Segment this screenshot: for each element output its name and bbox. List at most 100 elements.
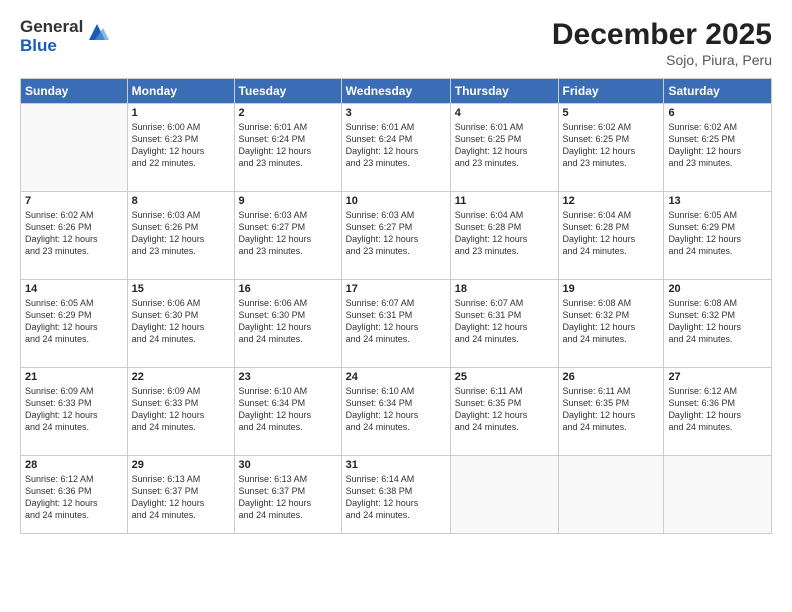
day-info: Sunrise: 6:01 AMSunset: 6:25 PMDaylight:… (455, 121, 554, 170)
calendar-cell: 5Sunrise: 6:02 AMSunset: 6:25 PMDaylight… (558, 104, 664, 192)
day-info: Sunrise: 6:10 AMSunset: 6:34 PMDaylight:… (239, 385, 337, 434)
day-number: 11 (455, 195, 554, 207)
day-info: Sunrise: 6:04 AMSunset: 6:28 PMDaylight:… (455, 209, 554, 258)
header: General Blue December 2025 Sojo, Piura, … (20, 18, 772, 68)
calendar-week-4: 28 Sunrise: 6:12 AMSunset: 6:36 PMDayligh… (21, 456, 772, 534)
calendar-cell: 16Sunrise: 6:06 AMSunset: 6:30 PMDayligh… (234, 280, 341, 368)
calendar-cell: 8 Sunrise: 6:03 AMSunset: 6:26 PMDaylight… (127, 192, 234, 280)
calendar-week-2: 14 Sunrise: 6:05 AMSunset: 6:29 PMDayligh… (21, 280, 772, 368)
day-info: Sunrise: 6:07 AMSunset: 6:31 PMDaylight:… (455, 297, 554, 346)
col-saturday: Saturday (664, 79, 772, 104)
day-info: Sunrise: 6:09 AMSunset: 6:33 PMDaylight:… (132, 385, 230, 434)
day-number: 3 (346, 107, 446, 119)
day-info: Sunrise: 6:08 AMSunset: 6:32 PMDaylight:… (668, 297, 767, 346)
logo-text: General Blue (20, 18, 83, 55)
day-number: 18 (455, 283, 554, 295)
calendar-cell: 2 Sunrise: 6:01 AMSunset: 6:24 PMDaylight… (234, 104, 341, 192)
day-info: Sunrise: 6:02 AMSunset: 6:26 PMDaylight:… (25, 209, 123, 258)
location: Sojo, Piura, Peru (552, 52, 772, 68)
day-number: 27 (668, 371, 767, 383)
calendar-table: Sunday Monday Tuesday Wednesday Thursday… (20, 78, 772, 534)
day-info: Sunrise: 6:05 AMSunset: 6:29 PMDaylight:… (25, 297, 123, 346)
calendar-cell: 6Sunrise: 6:02 AMSunset: 6:25 PMDaylight… (664, 104, 772, 192)
day-info: Sunrise: 6:12 AMSunset: 6:36 PMDaylight:… (25, 473, 123, 522)
day-info: Sunrise: 6:01 AMSunset: 6:24 PMDaylight:… (239, 121, 337, 170)
day-number: 1 (132, 107, 230, 119)
day-info: Sunrise: 6:11 AMSunset: 6:35 PMDaylight:… (563, 385, 660, 434)
day-info: Sunrise: 6:11 AMSunset: 6:35 PMDaylight:… (455, 385, 554, 434)
day-info: Sunrise: 6:04 AMSunset: 6:28 PMDaylight:… (563, 209, 660, 258)
calendar-cell: 31 Sunrise: 6:14 AMSunset: 6:38 PMDayligh… (341, 456, 450, 534)
day-info: Sunrise: 6:06 AMSunset: 6:30 PMDaylight:… (132, 297, 230, 346)
day-number: 4 (455, 107, 554, 119)
calendar-cell: 29 Sunrise: 6:13 AMSunset: 6:37 PMDayligh… (127, 456, 234, 534)
calendar-header-row: Sunday Monday Tuesday Wednesday Thursday… (21, 79, 772, 104)
calendar-cell: 17Sunrise: 6:07 AMSunset: 6:31 PMDayligh… (341, 280, 450, 368)
day-info: Sunrise: 6:03 AMSunset: 6:27 PMDaylight:… (239, 209, 337, 258)
day-info: Sunrise: 6:13 AMSunset: 6:37 PMDaylight:… (132, 473, 230, 522)
col-thursday: Thursday (450, 79, 558, 104)
calendar-cell: 4 Sunrise: 6:01 AMSunset: 6:25 PMDaylight… (450, 104, 558, 192)
day-number: 13 (668, 195, 767, 207)
calendar-cell: 30 Sunrise: 6:13 AMSunset: 6:37 PMDayligh… (234, 456, 341, 534)
day-info: Sunrise: 6:13 AMSunset: 6:37 PMDaylight:… (239, 473, 337, 522)
day-number: 2 (239, 107, 337, 119)
calendar-cell: 21 Sunrise: 6:09 AMSunset: 6:33 PMDayligh… (21, 368, 128, 456)
col-sunday: Sunday (21, 79, 128, 104)
page: General Blue December 2025 Sojo, Piura, … (0, 0, 792, 612)
day-number: 16 (239, 283, 337, 295)
month-title: December 2025 (552, 18, 772, 52)
day-number: 14 (25, 283, 123, 295)
day-number: 21 (25, 371, 123, 383)
calendar-cell (664, 456, 772, 534)
calendar-cell: 9 Sunrise: 6:03 AMSunset: 6:27 PMDaylight… (234, 192, 341, 280)
day-number: 19 (563, 283, 660, 295)
title-block: December 2025 Sojo, Piura, Peru (552, 18, 772, 68)
day-number: 23 (239, 371, 337, 383)
col-wednesday: Wednesday (341, 79, 450, 104)
logo-general: General (20, 18, 83, 37)
day-info: Sunrise: 6:03 AMSunset: 6:27 PMDaylight:… (346, 209, 446, 258)
day-info: Sunrise: 6:07 AMSunset: 6:31 PMDaylight:… (346, 297, 446, 346)
day-info: Sunrise: 6:05 AMSunset: 6:29 PMDaylight:… (668, 209, 767, 258)
calendar-cell: 10 Sunrise: 6:03 AMSunset: 6:27 PMDayligh… (341, 192, 450, 280)
calendar-cell: 12 Sunrise: 6:04 AMSunset: 6:28 PMDayligh… (558, 192, 664, 280)
day-info: Sunrise: 6:01 AMSunset: 6:24 PMDaylight:… (346, 121, 446, 170)
day-info: Sunrise: 6:03 AMSunset: 6:26 PMDaylight:… (132, 209, 230, 258)
day-number: 31 (346, 459, 446, 471)
day-number: 29 (132, 459, 230, 471)
calendar-cell: 19 Sunrise: 6:08 AMSunset: 6:32 PMDayligh… (558, 280, 664, 368)
calendar-cell: 28 Sunrise: 6:12 AMSunset: 6:36 PMDayligh… (21, 456, 128, 534)
day-number: 10 (346, 195, 446, 207)
col-tuesday: Tuesday (234, 79, 341, 104)
day-info: Sunrise: 6:14 AMSunset: 6:38 PMDaylight:… (346, 473, 446, 522)
calendar-cell: 26 Sunrise: 6:11 AMSunset: 6:35 PMDayligh… (558, 368, 664, 456)
day-number: 26 (563, 371, 660, 383)
calendar-cell: 27Sunrise: 6:12 AMSunset: 6:36 PMDayligh… (664, 368, 772, 456)
calendar-cell (558, 456, 664, 534)
day-info: Sunrise: 6:10 AMSunset: 6:34 PMDaylight:… (346, 385, 446, 434)
day-info: Sunrise: 6:08 AMSunset: 6:32 PMDaylight:… (563, 297, 660, 346)
calendar-cell: 15Sunrise: 6:06 AMSunset: 6:30 PMDayligh… (127, 280, 234, 368)
calendar-week-3: 21 Sunrise: 6:09 AMSunset: 6:33 PMDayligh… (21, 368, 772, 456)
day-number: 6 (668, 107, 767, 119)
col-friday: Friday (558, 79, 664, 104)
calendar-cell: 13 Sunrise: 6:05 AMSunset: 6:29 PMDayligh… (664, 192, 772, 280)
day-number: 22 (132, 371, 230, 383)
day-number: 25 (455, 371, 554, 383)
calendar-cell: 11 Sunrise: 6:04 AMSunset: 6:28 PMDayligh… (450, 192, 558, 280)
logo: General Blue (20, 18, 109, 55)
day-number: 20 (668, 283, 767, 295)
day-number: 5 (563, 107, 660, 119)
day-number: 7 (25, 195, 123, 207)
calendar-cell: 24Sunrise: 6:10 AMSunset: 6:34 PMDayligh… (341, 368, 450, 456)
day-number: 12 (563, 195, 660, 207)
calendar-cell: 1Sunrise: 6:00 AMSunset: 6:23 PMDaylight… (127, 104, 234, 192)
calendar-cell: 18 Sunrise: 6:07 AMSunset: 6:31 PMDayligh… (450, 280, 558, 368)
day-number: 8 (132, 195, 230, 207)
day-number: 28 (25, 459, 123, 471)
day-number: 9 (239, 195, 337, 207)
calendar-week-1: 7 Sunrise: 6:02 AMSunset: 6:26 PMDaylight… (21, 192, 772, 280)
day-info: Sunrise: 6:09 AMSunset: 6:33 PMDaylight:… (25, 385, 123, 434)
day-number: 30 (239, 459, 337, 471)
